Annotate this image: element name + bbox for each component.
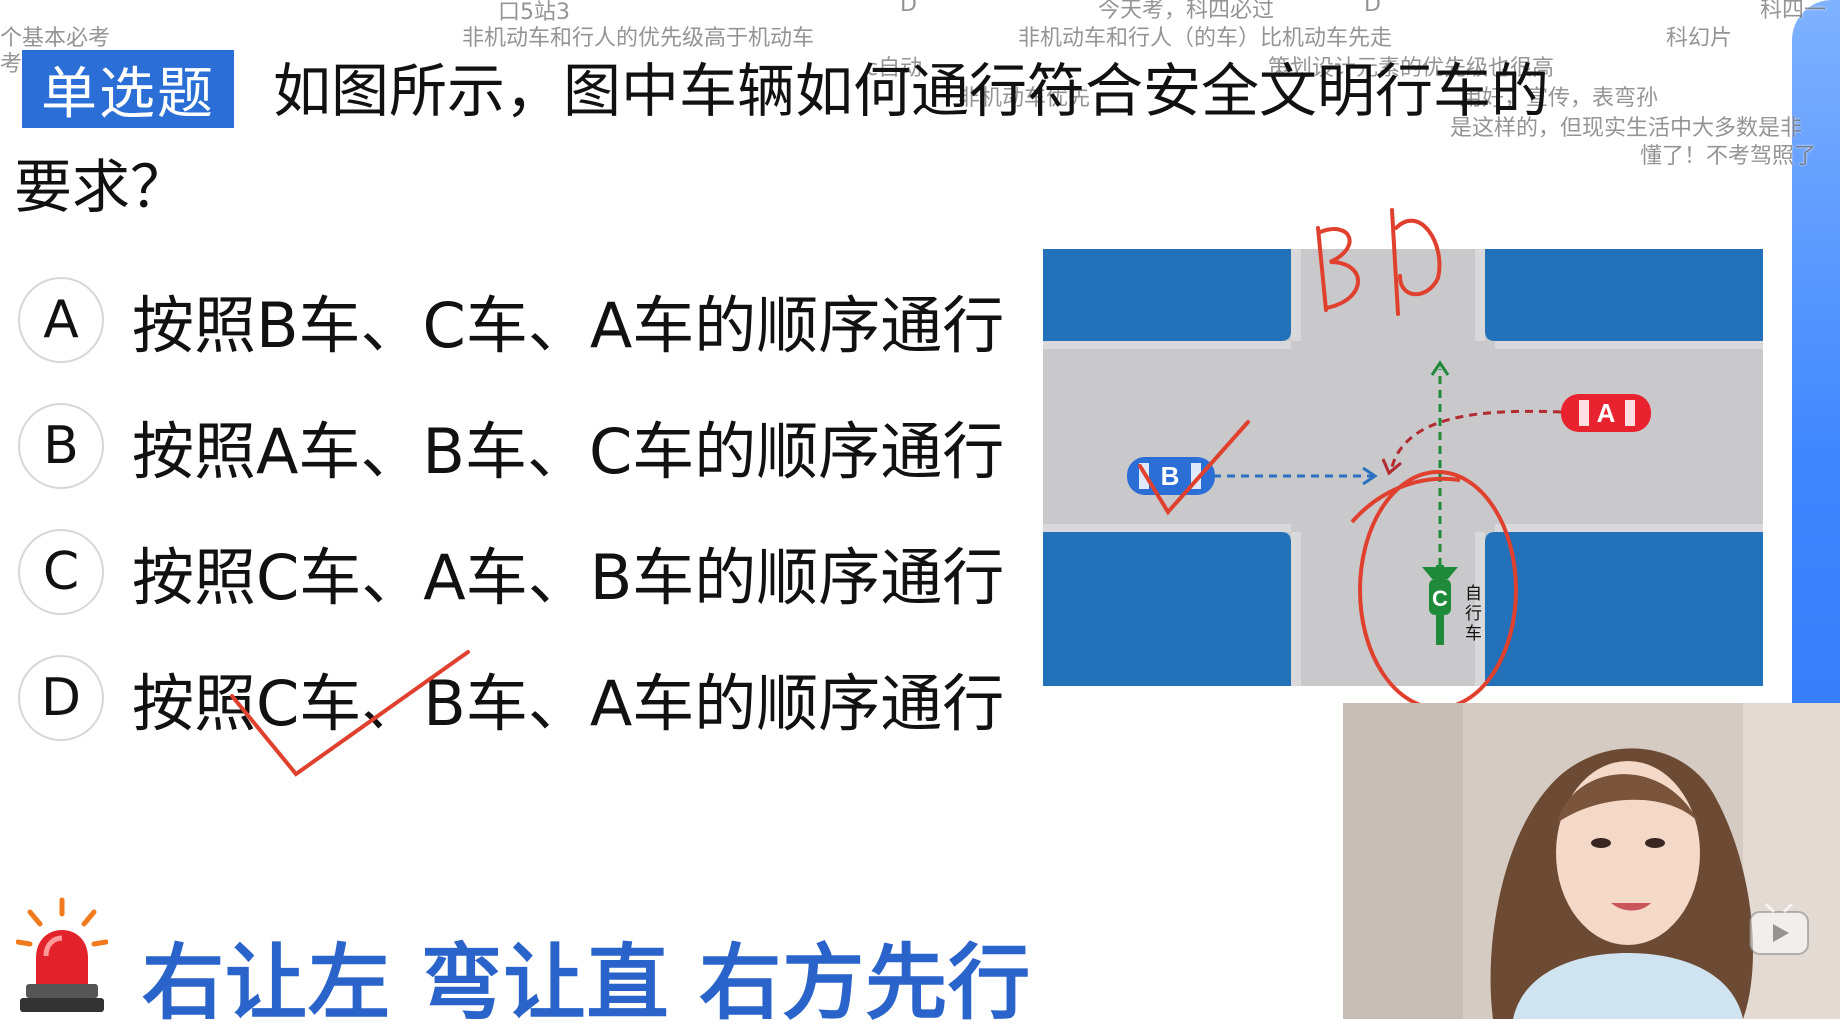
block-top-right <box>1485 249 1763 341</box>
curb <box>1495 341 1763 349</box>
bike-c-label: C <box>1432 586 1448 611</box>
block-bottom-right <box>1485 532 1763 686</box>
danmaku-comment: 科四一 <box>1760 0 1827 23</box>
curb <box>1475 249 1485 341</box>
presenter-image <box>1343 703 1840 1019</box>
video-play-icon[interactable] <box>1748 902 1810 956</box>
bike-caption: 自 <box>1465 584 1482 604</box>
curb <box>1495 524 1763 532</box>
siren-icon <box>16 897 108 1012</box>
option-letter: C <box>18 529 104 615</box>
danmaku-comment: 懂了！不考驾照了 <box>1640 144 1817 169</box>
danmaku-comment: D <box>900 0 917 17</box>
option-text: 按照C车、B车、A车的顺序通行 <box>132 667 1005 740</box>
option-a[interactable]: A 按照B车、C车、A车的顺序通行 <box>18 274 1004 366</box>
option-d[interactable]: D 按照C车、B车、A车的顺序通行 <box>18 652 1004 744</box>
curb <box>1043 341 1291 349</box>
car-a: A <box>1561 394 1651 432</box>
option-text: 按照A车、B车、C车的顺序通行 <box>132 415 1005 488</box>
option-text: 按照B车、C车、A车的顺序通行 <box>132 289 1005 362</box>
option-text: 按照C车、A车、B车的顺序通行 <box>132 541 1005 614</box>
rule-slogan: 右让左 弯让直 右方先行 <box>142 936 1032 1031</box>
bike-caption: 行 <box>1465 604 1482 624</box>
option-letter: B <box>18 403 104 489</box>
car-b: B <box>1127 457 1215 495</box>
danmaku-comment: 科幻片 <box>1666 26 1733 51</box>
bike-caption: 车 <box>1465 624 1482 644</box>
question-text: 如图所示，图中车辆如何通行符合安全文明行车的 <box>273 57 1550 125</box>
option-letter: D <box>18 655 104 741</box>
option-c[interactable]: C 按照C车、A车、B车的顺序通行 <box>18 526 1004 618</box>
block-bottom-left <box>1043 532 1291 686</box>
car-a-label: A <box>1597 398 1616 428</box>
danmaku-comment: D <box>1364 0 1381 17</box>
webcam-video[interactable] <box>1343 703 1840 1019</box>
option-letter: A <box>18 277 104 363</box>
block-top-left <box>1043 249 1291 341</box>
intersection-diagram: A B C 自 行 车 <box>1043 249 1763 686</box>
option-b[interactable]: B 按照A车、B车、C车的顺序通行 <box>18 400 1004 492</box>
curb <box>1291 532 1301 686</box>
car-b-label: B <box>1161 461 1180 491</box>
question-type-badge: 单选题 <box>22 50 234 128</box>
question-text-continued: 要求？ <box>14 153 189 221</box>
curb <box>1043 524 1291 532</box>
curb <box>1291 249 1301 341</box>
